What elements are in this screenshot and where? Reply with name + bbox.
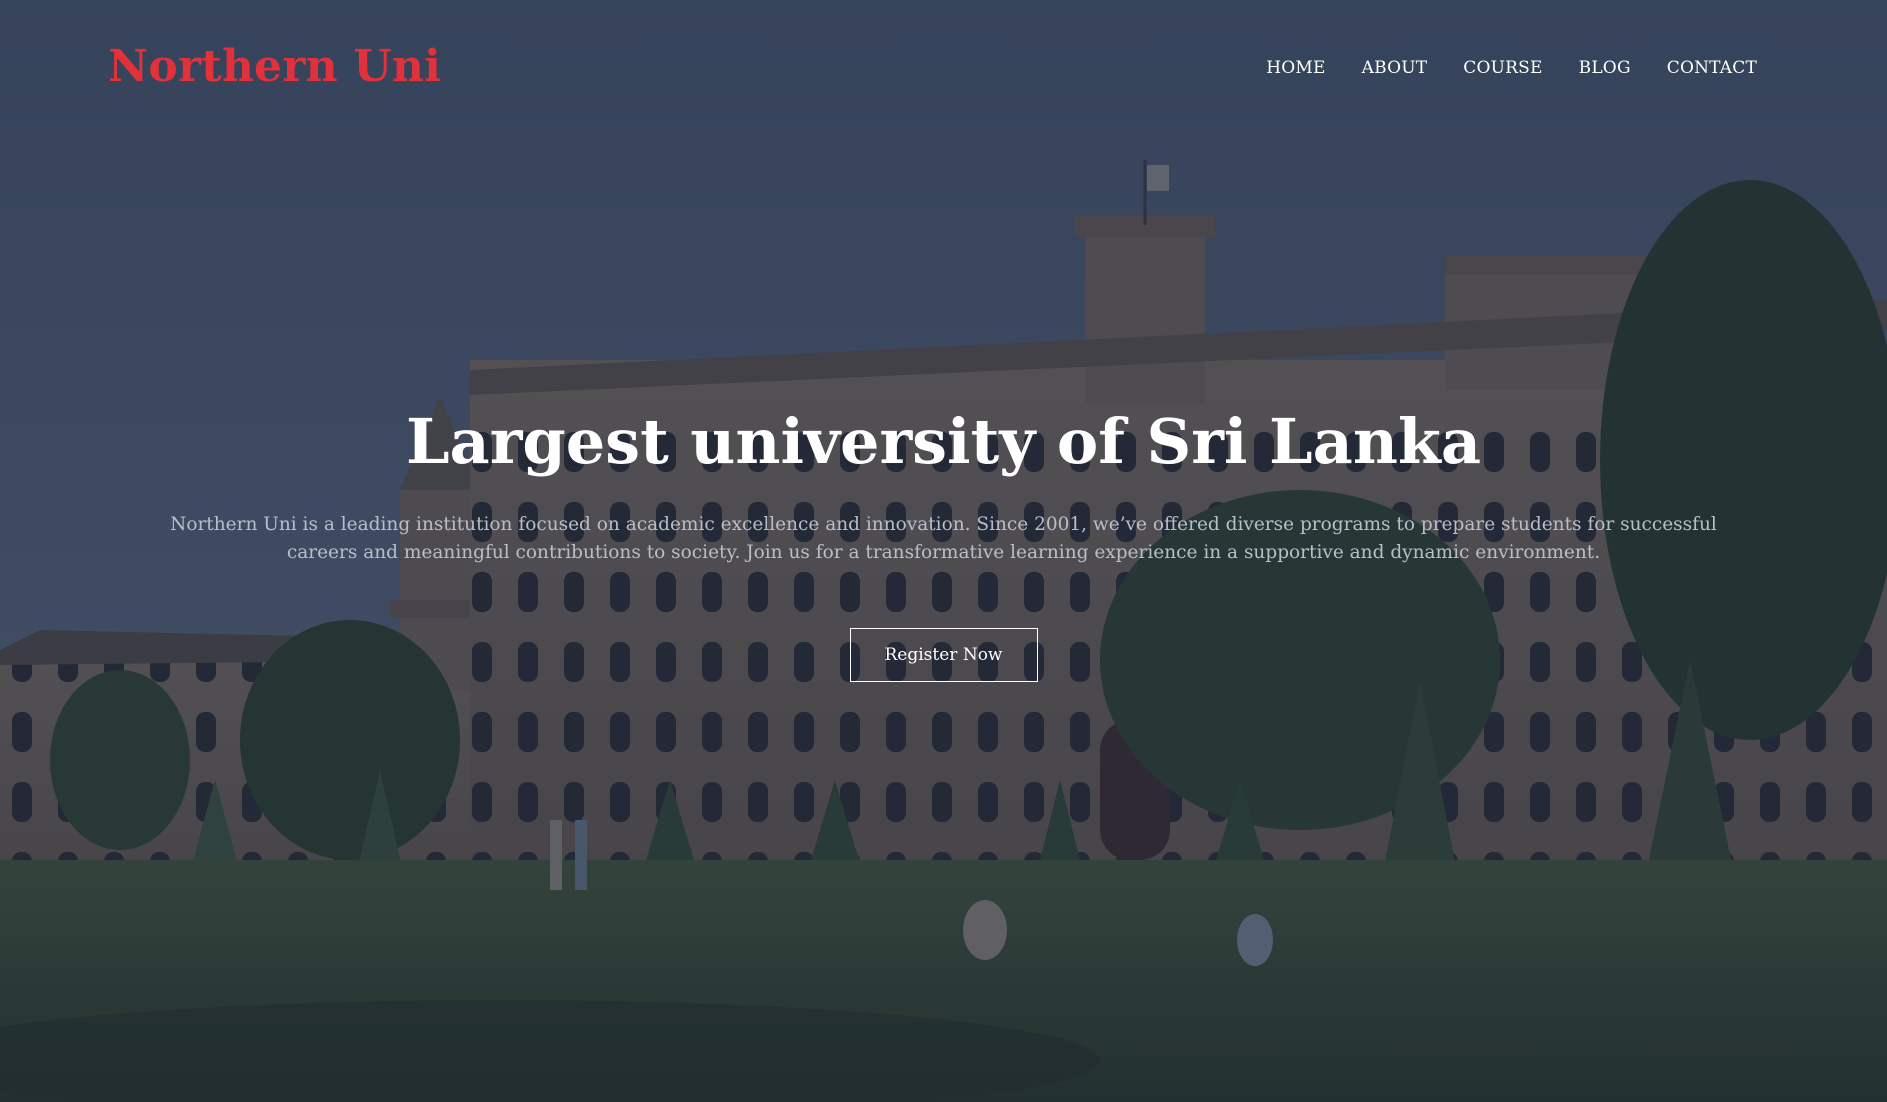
hero-description: Northern Uni is a leading institution fo…: [170, 514, 1717, 564]
nav-list: HOME ABOUT COURSE BLOG CONTACT: [1266, 58, 1757, 78]
nav-link-home[interactable]: HOME: [1266, 58, 1325, 78]
brand-logo[interactable]: Northern Uni: [108, 41, 441, 92]
register-now-button[interactable]: Register Now: [849, 628, 1038, 683]
hero-section: Northern Uni HOME ABOUT COURSE BLOG CONT…: [0, 0, 1887, 1102]
nav-item-about: ABOUT: [1362, 58, 1428, 78]
nav-item-course: COURSE: [1463, 58, 1542, 78]
nav-item-contact: CONTACT: [1667, 58, 1757, 78]
hero-content: Largest university of Sri Lanka Northern…: [0, 405, 1887, 683]
nav-link-course[interactable]: COURSE: [1463, 58, 1542, 78]
nav-item-blog: BLOG: [1579, 58, 1631, 78]
site-header: Northern Uni HOME ABOUT COURSE BLOG CONT…: [0, 0, 1887, 135]
nav-link-blog[interactable]: BLOG: [1579, 58, 1631, 78]
nav-link-contact[interactable]: CONTACT: [1667, 58, 1757, 78]
hero-title: Largest university of Sri Lanka: [405, 405, 1482, 478]
nav-item-home: HOME: [1266, 58, 1325, 78]
nav-link-about[interactable]: ABOUT: [1362, 58, 1428, 78]
main-nav: HOME ABOUT COURSE BLOG CONTACT: [1266, 58, 1757, 78]
